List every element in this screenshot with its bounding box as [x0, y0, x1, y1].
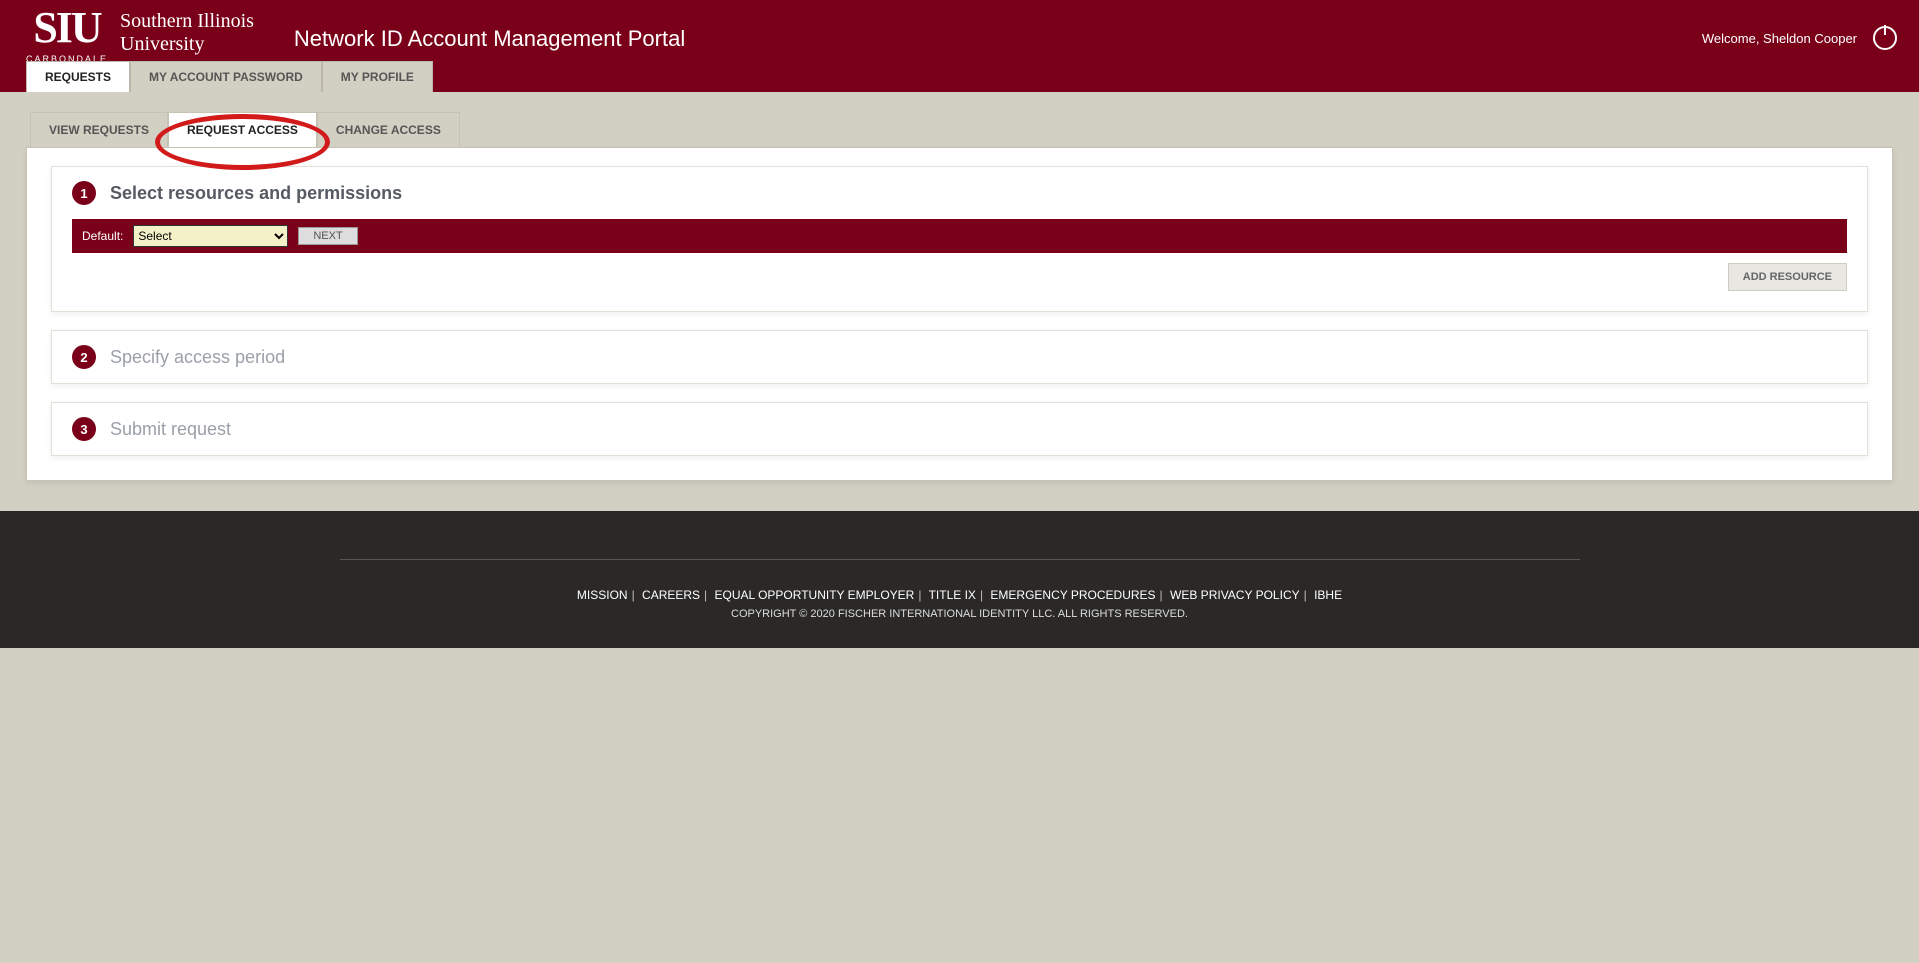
tab-requests[interactable]: REQUESTS [26, 61, 130, 92]
step-2-number: 2 [72, 345, 96, 369]
logout-icon[interactable] [1873, 26, 1897, 50]
footer-copyright: COPYRIGHT © 2020 FISCHER INTERNATIONAL I… [340, 608, 1580, 620]
footer-link-careers[interactable]: CAREERS [642, 588, 700, 602]
university-line1: Southern Illinois [120, 10, 254, 33]
welcome-text: Welcome, Sheldon Cooper [1702, 31, 1857, 46]
portal-title: Network ID Account Management Portal [294, 26, 685, 52]
add-resource-button[interactable]: ADD RESOURCE [1728, 263, 1847, 291]
logo-mark: SIU CARBONDALE [26, 6, 108, 64]
step-1-head: 1 Select resources and permissions [72, 181, 1847, 205]
university-line2: University [120, 33, 254, 56]
footer-link-eoe[interactable]: EQUAL OPPORTUNITY EMPLOYER [715, 588, 915, 602]
tab-my-profile[interactable]: MY PROFILE [322, 61, 433, 92]
next-button[interactable]: NEXT [298, 227, 357, 245]
step-2-head: 2 Specify access period [72, 345, 1847, 369]
university-name: Southern Illinois University [120, 10, 254, 56]
footer-link-privacy[interactable]: WEB PRIVACY POLICY [1170, 588, 1300, 602]
step-3-number: 3 [72, 417, 96, 441]
step-3-card: 3 Submit request [51, 402, 1868, 456]
add-resource-row: ADD RESOURCE [72, 263, 1847, 291]
app-header: SIU CARBONDALE Southern Illinois Univers… [0, 0, 1919, 92]
default-label: Default: [82, 229, 123, 243]
sub-tabs: VIEW REQUESTS REQUEST ACCESS CHANGE ACCE… [30, 112, 1893, 147]
step-2-title: Specify access period [110, 347, 285, 368]
step-1-title: Select resources and permissions [110, 183, 402, 204]
header-right: Welcome, Sheldon Cooper [1702, 26, 1897, 50]
subtab-request-access[interactable]: REQUEST ACCESS [168, 112, 317, 147]
footer-link-ibhe[interactable]: IBHE [1314, 588, 1342, 602]
footer-inner: MISSION| CAREERS| EQUAL OPPORTUNITY EMPL… [340, 559, 1580, 620]
footer-link-title-ix[interactable]: TITLE IX [929, 588, 976, 602]
main-panel: 1 Select resources and permissions Defau… [26, 147, 1893, 481]
primary-tabs: REQUESTS MY ACCOUNT PASSWORD MY PROFILE [26, 61, 433, 92]
footer-link-mission[interactable]: MISSION [577, 588, 628, 602]
step-3-head: 3 Submit request [72, 417, 1847, 441]
step-3-title: Submit request [110, 419, 231, 440]
resource-bar: Default: Select NEXT [72, 219, 1847, 253]
step-2-card: 2 Specify access period [51, 330, 1868, 384]
content-area: VIEW REQUESTS REQUEST ACCESS CHANGE ACCE… [0, 92, 1919, 511]
footer-links: MISSION| CAREERS| EQUAL OPPORTUNITY EMPL… [340, 588, 1580, 602]
step-1-number: 1 [72, 181, 96, 205]
subtab-change-access[interactable]: CHANGE ACCESS [317, 112, 460, 147]
footer-link-emergency[interactable]: EMERGENCY PROCEDURES [990, 588, 1155, 602]
logo-block: SIU CARBONDALE Southern Illinois Univers… [26, 6, 254, 64]
subtab-view-requests[interactable]: VIEW REQUESTS [30, 112, 168, 147]
logo-main: SIU [33, 6, 100, 50]
step-1-card: 1 Select resources and permissions Defau… [51, 166, 1868, 312]
tab-my-account-password[interactable]: MY ACCOUNT PASSWORD [130, 61, 322, 92]
resource-select[interactable]: Select [133, 225, 288, 247]
footer: MISSION| CAREERS| EQUAL OPPORTUNITY EMPL… [0, 511, 1919, 648]
